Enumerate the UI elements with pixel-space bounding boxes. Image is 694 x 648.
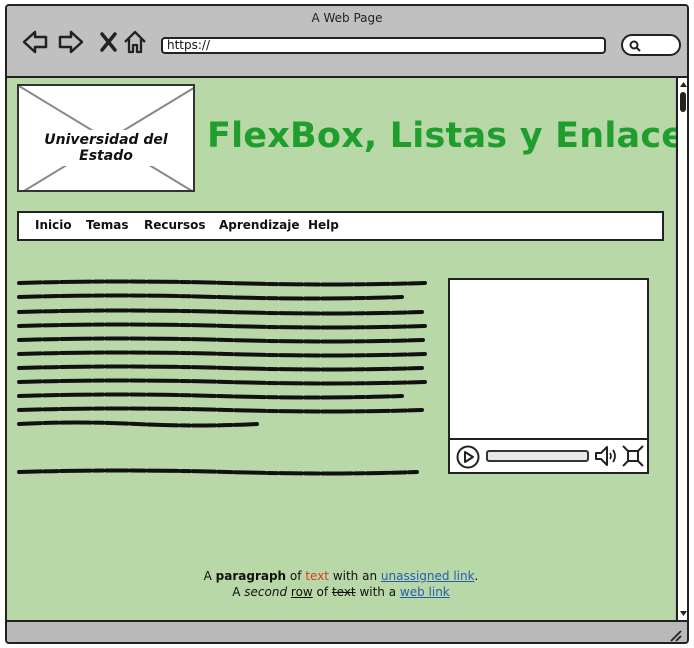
browser-window: A Web Page https:// Universidad del Esta… (5, 4, 689, 644)
unassigned-link[interactable]: unassigned link (381, 569, 475, 583)
back-arrow-icon[interactable] (21, 28, 49, 56)
text-bold: paragraph (215, 569, 287, 583)
menu-item-recursos[interactable]: Recursos (144, 218, 205, 232)
menu-item-aprendizaje[interactable]: Aprendizaje (219, 218, 300, 232)
menu-item-temas[interactable]: Temas (86, 218, 128, 232)
logo-placeholder: Universidad del Estado (17, 84, 195, 192)
volume-icon[interactable] (594, 444, 620, 468)
web-link[interactable]: web link (400, 585, 450, 599)
vertical-scrollbar[interactable] (676, 78, 688, 620)
text-a: A (232, 585, 245, 599)
logo-label: Universidad del Estado (19, 130, 193, 166)
window-title: A Web Page (311, 11, 383, 25)
paragraph-line-1: A paragraph of text with an unassigned l… (7, 569, 675, 583)
fullscreen-icon[interactable] (622, 444, 644, 468)
nav-menu: Inicio Temas Recursos Aprendizaje Help (17, 211, 664, 241)
browser-toolbar: A Web Page https:// (7, 6, 687, 78)
placeholder-text-line (17, 468, 419, 476)
search-icon (629, 40, 641, 52)
text-red: text (305, 569, 329, 583)
text-a: A (203, 569, 216, 583)
video-controls (450, 438, 647, 472)
text-with: with a (355, 585, 400, 599)
text-of: of (286, 569, 306, 583)
video-progress-track[interactable] (486, 450, 589, 462)
scrollbar-thumb[interactable] (680, 92, 686, 112)
search-box[interactable] (621, 34, 681, 56)
video-player[interactable] (448, 278, 649, 474)
text-italic: second (244, 585, 288, 599)
scroll-up-icon[interactable] (679, 80, 688, 89)
play-icon[interactable] (456, 445, 480, 469)
menu-item-inicio[interactable]: Inicio (35, 218, 72, 232)
text-end: . (474, 569, 479, 583)
paragraph-line-2: A second row of text with a web link (7, 585, 675, 599)
address-bar[interactable]: https:// (161, 37, 606, 54)
status-bar (7, 620, 687, 643)
placeholder-text-block (17, 279, 427, 428)
text-of: of (312, 585, 332, 599)
page-title: FlexBox, Listas y Enlaces (207, 116, 689, 156)
home-icon[interactable] (121, 28, 149, 56)
page-content: Universidad del Estado FlexBox, Listas y… (7, 78, 687, 620)
resize-grip-icon[interactable] (669, 629, 683, 643)
close-x-icon[interactable] (95, 28, 123, 56)
scroll-down-icon[interactable] (679, 609, 688, 618)
text-strikethrough: text (331, 585, 356, 599)
menu-item-help[interactable]: Help (308, 218, 339, 232)
text-with: with an (329, 569, 381, 583)
text-underlined: row (290, 585, 313, 599)
forward-arrow-icon[interactable] (57, 28, 85, 56)
